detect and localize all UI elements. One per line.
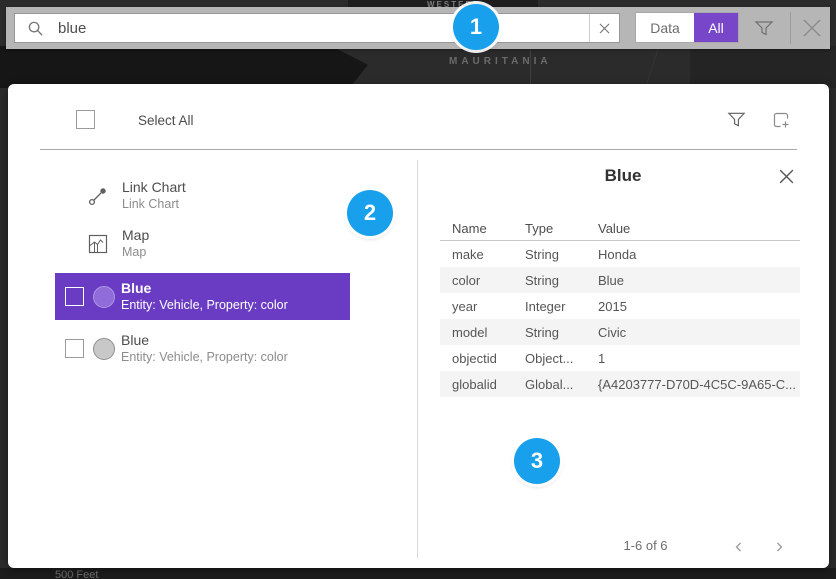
result-checkbox[interactable] [65,339,84,358]
table-row: year Integer 2015 [440,293,800,319]
chevron-left-icon [733,541,745,553]
result-item-text: Map Map [122,227,149,261]
close-detail-button[interactable] [778,168,795,185]
cell-name: globalid [452,377,525,392]
map-icon [88,234,108,254]
search-input-container[interactable] [14,13,620,43]
pagination-next-button[interactable] [773,540,785,552]
result-checkbox[interactable] [65,287,84,306]
table-row: objectid Object... 1 [440,345,800,371]
close-icon [798,14,826,42]
search-icon [27,20,44,37]
select-all-checkbox[interactable] [76,110,95,129]
results-panel: Select All Link Chart Link Chart [8,84,829,568]
cell-type: Integer [525,299,598,314]
header-divider [40,149,797,150]
scope-toggle: Data All [635,12,739,43]
column-header-name: Name [452,221,525,236]
entity-circle-icon [93,286,115,308]
close-search-button[interactable] [798,14,826,42]
cell-value: {A4203777-D70D-4C5C-9A65-C... [598,377,800,392]
table-body: make String Honda color String Blue year… [440,241,800,397]
result-item-text: Link Chart Link Chart [122,179,186,213]
entity-circle-icon [93,338,115,360]
search-input[interactable] [44,20,589,37]
result-item-subtitle: Link Chart [122,196,186,213]
cell-name: objectid [452,351,525,366]
scope-all-button[interactable]: All [694,13,738,42]
result-item-blue[interactable]: Blue Entity: Vehicle, Property: color [55,325,350,372]
map-scale-label: 500 Feet [55,569,98,579]
table-row: color String Blue [440,267,800,293]
cell-name: year [452,299,525,314]
cell-value: 1 [598,351,800,366]
result-item-blue-selected[interactable]: Blue Entity: Vehicle, Property: color [55,273,350,320]
result-item-title: Map [122,227,149,244]
map-border-line [530,48,531,86]
table-row: make String Honda [440,241,800,267]
cell-type: Object... [525,351,598,366]
result-item-title: Link Chart [122,179,186,196]
column-header-type: Type [525,221,598,236]
link-chart-icon [88,186,108,206]
results-filter-button[interactable] [727,110,746,129]
cell-value: Blue [598,273,800,288]
chevron-right-icon [773,541,785,553]
filter-icon [754,18,774,38]
cell-value: 2015 [598,299,800,314]
cell-type: String [525,247,598,262]
scope-data-button[interactable]: Data [636,13,694,42]
cell-type: Global... [525,377,598,392]
add-selection-icon [771,110,791,130]
result-item-text: Blue Entity: Vehicle, Property: color [121,332,288,366]
result-item-text: Blue Entity: Vehicle, Property: color [121,280,288,314]
result-item-link-chart[interactable]: Link Chart Link Chart [55,172,350,220]
annotation-badge-1: 1 [453,4,499,50]
annotation-badge-3: 3 [514,438,560,484]
cell-value: Civic [598,325,800,340]
map-bottom-strip: 500 Feet [0,568,836,579]
result-item-title: Blue [121,332,288,349]
table-row: model String Civic [440,319,800,345]
list-detail-divider [417,160,418,558]
app-screen: WESTERN MAURITANIA 500 Feet Data All [0,0,836,579]
map-border-line [646,47,659,85]
table-header-row: Name Type Value [440,216,800,240]
filter-icon-button[interactable] [754,18,774,38]
map-land-shape [0,46,368,88]
result-item-subtitle: Entity: Vehicle, Property: color [121,297,288,314]
cell-name: make [452,247,525,262]
result-item-subtitle: Entity: Vehicle, Property: color [121,349,288,366]
clear-search-button[interactable] [589,14,619,42]
add-to-selection-button[interactable] [771,110,791,130]
result-item-map[interactable]: Map Map [55,220,350,268]
filter-icon [727,110,746,129]
cell-name: color [452,273,525,288]
column-header-value: Value [598,221,800,236]
map-label-mauritania: MAURITANIA [449,56,552,67]
result-item-title: Blue [121,280,288,297]
table-row: globalid Global... {A4203777-D70D-4C5C-9… [440,371,800,397]
cell-value: Honda [598,247,800,262]
pagination-prev-button[interactable] [733,540,745,552]
annotation-badge-2: 2 [347,190,393,236]
cell-type: String [525,273,598,288]
result-item-subtitle: Map [122,244,149,261]
map-land-shape [690,46,836,88]
toolbar-divider [790,12,791,44]
properties-table: Name Type Value make String Honda color … [440,216,800,397]
cell-name: model [452,325,525,340]
detail-title: Blue [417,166,829,186]
pagination-range-label: 1-6 of 6 [603,538,688,553]
close-icon [778,168,795,185]
cell-type: String [525,325,598,340]
search-bar: Data All [6,7,830,49]
select-all-label: Select All [138,113,194,128]
clear-search-icon [599,23,610,34]
